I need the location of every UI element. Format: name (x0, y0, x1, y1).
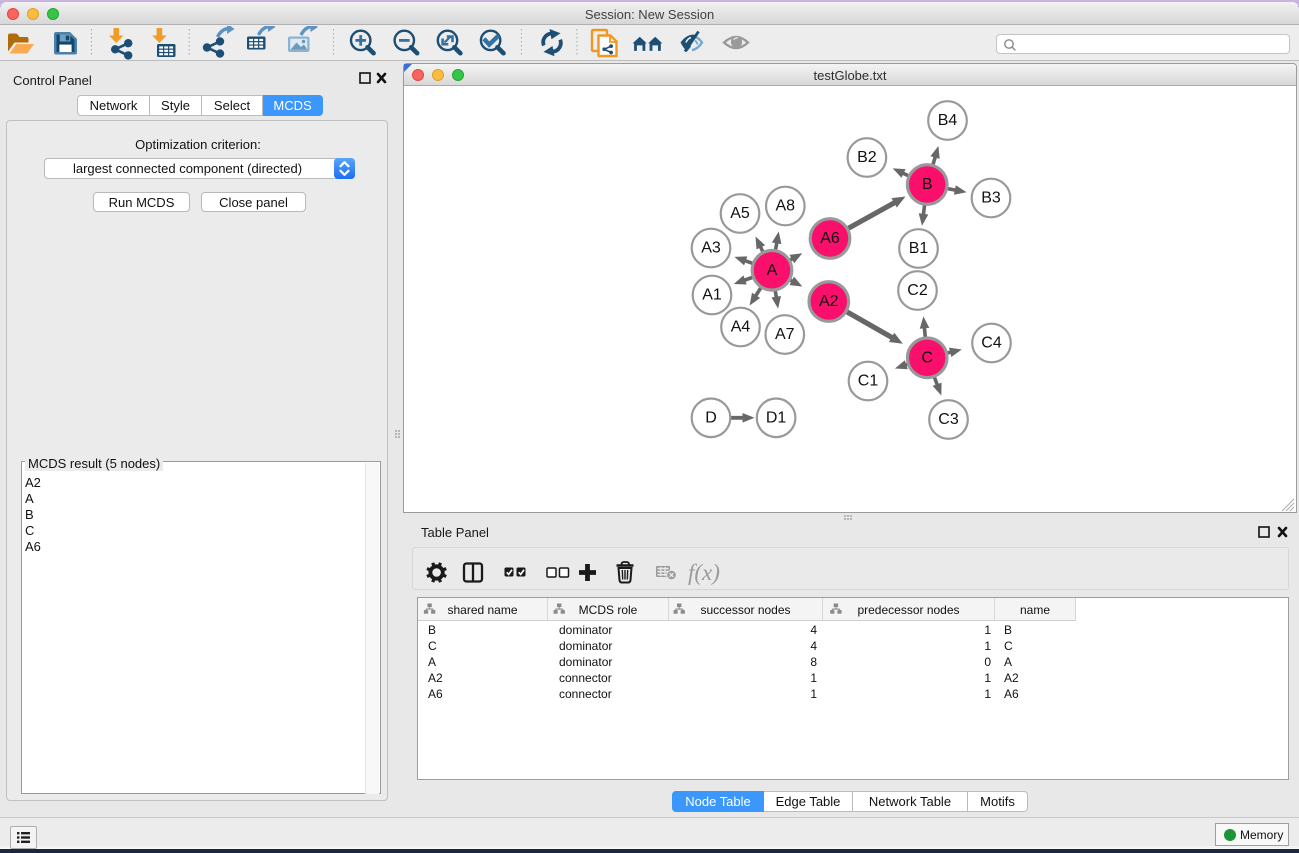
svg-text:B4: B4 (938, 112, 958, 129)
svg-text:D: D (705, 410, 717, 427)
svg-text:A8: A8 (776, 198, 796, 215)
svg-text:f(x): f(x) (688, 560, 720, 585)
svg-text:A6: A6 (820, 230, 840, 247)
svg-text:A1: A1 (702, 287, 722, 304)
svg-text:C2: C2 (907, 282, 928, 299)
svg-text:C1: C1 (858, 373, 879, 390)
svg-text:B1: B1 (909, 240, 929, 257)
svg-text:C3: C3 (938, 411, 959, 428)
svg-text:C: C (921, 350, 933, 367)
svg-text:D1: D1 (766, 410, 787, 427)
svg-text:A7: A7 (775, 326, 795, 343)
svg-text:A4: A4 (731, 319, 751, 336)
svg-text:A5: A5 (730, 205, 750, 222)
svg-text:A2: A2 (819, 293, 839, 310)
svg-text:B: B (922, 176, 933, 193)
svg-text:B3: B3 (981, 190, 1001, 207)
svg-text:B2: B2 (857, 149, 877, 166)
svg-text:A3: A3 (701, 240, 721, 257)
svg-text:A: A (767, 262, 778, 279)
svg-text:C4: C4 (981, 335, 1002, 352)
